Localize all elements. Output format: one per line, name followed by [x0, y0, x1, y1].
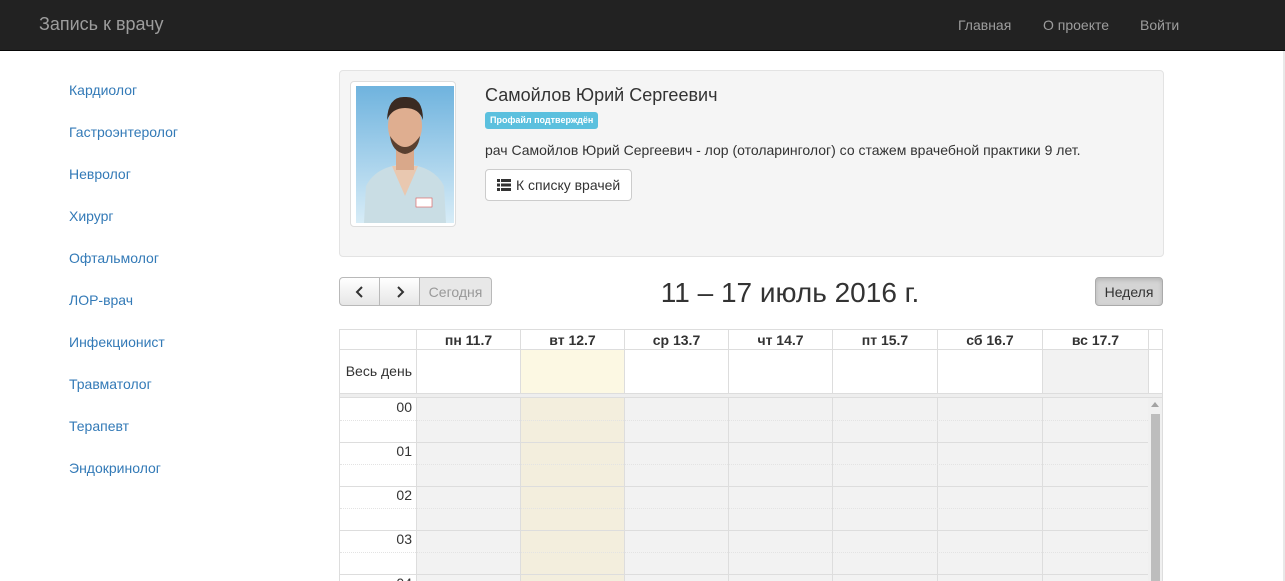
brand-link[interactable]: Запись к врачу — [39, 14, 164, 35]
all-day-label: Весь день — [345, 363, 412, 379]
day-header-sat: сб 16.7 — [937, 330, 1042, 350]
nav-login-link[interactable]: Войти — [1140, 17, 1179, 33]
hour-label-01: 01 — [396, 443, 412, 459]
all-day-cell[interactable] — [832, 350, 937, 393]
hour-label-00: 00 — [396, 399, 412, 415]
day-column-tue-today[interactable] — [520, 398, 624, 581]
hour-line — [340, 486, 1148, 487]
hour-line — [340, 530, 1148, 531]
calendar-title: 11 – 17 июль 2016 г. — [660, 277, 920, 308]
day-column-wed[interactable] — [624, 398, 728, 581]
sidebar-item-endocrinologist[interactable]: Эндокринолог — [69, 460, 178, 502]
list-icon — [497, 179, 511, 191]
scroll-up-arrow-icon[interactable] — [1151, 402, 1159, 407]
back-to-list-button[interactable]: К списку врачей — [485, 169, 633, 201]
half-hour-line — [340, 420, 1148, 421]
hour-line — [340, 574, 1148, 575]
hour-label-04: 04 — [340, 575, 412, 581]
sidebar-item-surgeon[interactable]: Хирург — [69, 208, 178, 250]
sidebar-item-cardiologist[interactable]: Кардиолог — [69, 82, 178, 124]
all-day-row: Весь день — [340, 350, 1162, 394]
day-header-sun: вс 17.7 — [1042, 330, 1148, 350]
doctor-photo-frame — [350, 81, 456, 227]
nav-home-link[interactable]: Главная — [958, 17, 1011, 33]
all-day-cell[interactable] — [416, 350, 520, 393]
time-grid: 00 01 02 03 04 — [340, 398, 1162, 581]
hour-label-03: 03 — [396, 531, 412, 547]
sidebar-item-neurologist[interactable]: Невролог — [69, 166, 178, 208]
hour-label-02: 02 — [396, 487, 412, 503]
all-day-cell[interactable] — [728, 350, 832, 393]
day-column-sun[interactable] — [1042, 398, 1148, 581]
doctor-name: Самойлов Юрий Сергеевич — [485, 85, 718, 105]
sidebar-item-therapist[interactable]: Терапевт — [69, 418, 178, 460]
all-day-cell[interactable] — [624, 350, 728, 393]
hour-line — [340, 442, 1148, 443]
doctor-photo — [356, 86, 454, 223]
sidebar-item-traumatologist[interactable]: Травматолог — [69, 376, 178, 418]
week-view-button[interactable]: Неделя — [1095, 277, 1163, 306]
day-column-sat[interactable] — [937, 398, 1042, 581]
doctor-profile-card: Самойлов Юрий Сергеевич Профайл подтверж… — [339, 70, 1164, 257]
sidebar-item-gastroenterologist[interactable]: Гастроэнтеролог — [69, 124, 178, 166]
day-column-mon[interactable] — [416, 398, 520, 581]
verified-badge: Профайл подтверждён — [485, 112, 599, 129]
top-navbar: Запись к врачу Главная О проекте Войти — [0, 0, 1285, 51]
week-calendar: пн 11.7 вт 12.7 ср 13.7 чт 14.7 пт 15.7 … — [339, 329, 1163, 581]
header-scroll-spacer — [1148, 330, 1162, 350]
all-day-cell[interactable] — [1042, 350, 1148, 393]
all-day-cell[interactable] — [937, 350, 1042, 393]
day-header-tue: вт 12.7 — [520, 330, 624, 350]
day-header-wed: ср 13.7 — [624, 330, 728, 350]
day-header-fri: пт 15.7 — [832, 330, 937, 350]
half-hour-line — [340, 464, 1148, 465]
calendar-scrollbar-thumb[interactable] — [1151, 414, 1160, 581]
back-to-list-label: К списку врачей — [516, 177, 621, 193]
half-hour-line — [340, 552, 1148, 553]
day-header-thu: чт 14.7 — [728, 330, 832, 350]
day-header-mon: пн 11.7 — [416, 330, 520, 350]
all-day-scroll-spacer — [1148, 350, 1162, 393]
calendar-header-row: пн 11.7 вт 12.7 ср 13.7 чт 14.7 пт 15.7 … — [340, 329, 1162, 350]
day-column-thu[interactable] — [728, 398, 832, 581]
day-column-fri[interactable] — [832, 398, 937, 581]
all-day-cell-today[interactable] — [520, 350, 624, 393]
sidebar-item-infectionist[interactable]: Инфекционист — [69, 334, 178, 376]
half-hour-line — [340, 508, 1148, 509]
doctor-description: рач Самойлов Юрий Сергеевич - лор (отола… — [485, 142, 1081, 158]
nav-about-link[interactable]: О проекте — [1043, 17, 1109, 33]
